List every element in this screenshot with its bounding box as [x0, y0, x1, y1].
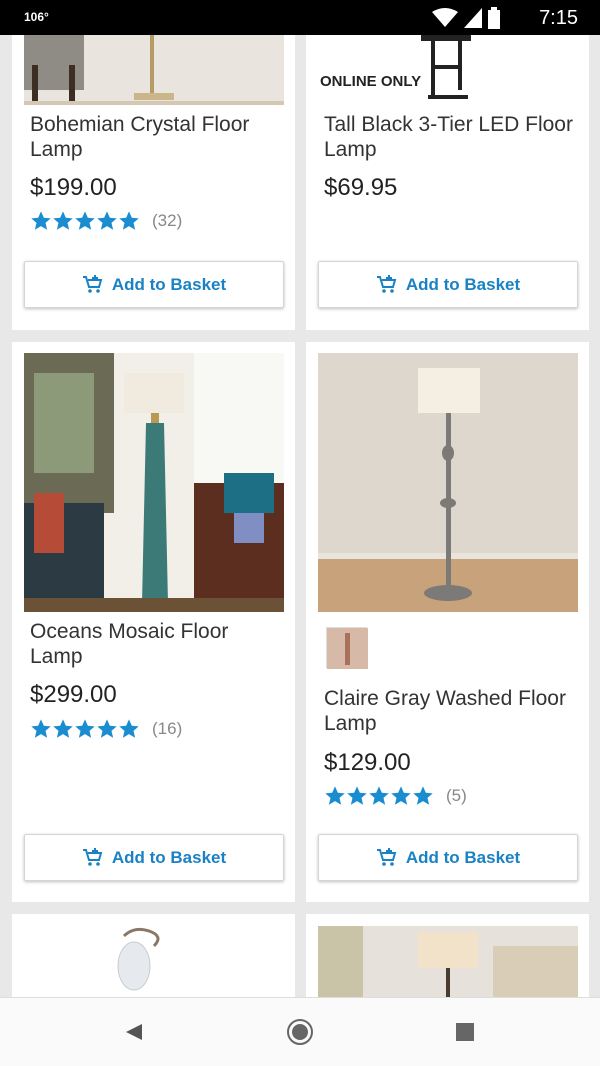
add-to-basket-label: Add to Basket: [405, 274, 521, 294]
cart-add-icon: [376, 847, 397, 866]
rating-stars: (5): [324, 785, 467, 807]
product-price: $129.00: [324, 749, 411, 776]
product-card[interactable]: ONLINE ONLY Tall Black 3-Tier LED Floor …: [306, 35, 589, 330]
star-icon: [325, 786, 345, 805]
cart-add-icon: [82, 274, 103, 293]
add-to-basket-label: Add to Basket: [111, 274, 227, 294]
star-icon: [391, 786, 411, 805]
product-grid: Bohemian Crystal Floor Lamp $199.00 (32)…: [0, 35, 600, 997]
add-to-basket-button[interactable]: Add to Basket: [24, 834, 284, 881]
product-title[interactable]: Bohemian Crystal Floor Lamp: [30, 112, 280, 162]
star-icon: [31, 211, 51, 230]
star-icon: [53, 211, 73, 230]
product-image[interactable]: [318, 353, 578, 612]
product-title[interactable]: Oceans Mosaic Floor Lamp: [30, 619, 280, 669]
home-icon[interactable]: [285, 1017, 315, 1047]
product-image[interactable]: [24, 353, 284, 612]
review-count[interactable]: (16): [152, 719, 182, 739]
rating-stars: (32): [30, 210, 182, 232]
star-icon: [75, 211, 95, 230]
product-price: $199.00: [30, 174, 117, 201]
star-icon: [347, 786, 367, 805]
wifi-icon: [432, 8, 458, 27]
product-title[interactable]: Tall Black 3-Tier LED Floor Lamp: [324, 112, 574, 162]
product-title[interactable]: Claire Gray Washed Floor Lamp: [324, 686, 574, 736]
star-icon: [31, 719, 51, 738]
add-to-basket-label: Add to Basket: [405, 847, 521, 867]
product-price: $69.95: [324, 174, 398, 201]
star-icon: [97, 719, 117, 738]
product-image[interactable]: [318, 926, 578, 997]
cart-add-icon: [82, 847, 103, 866]
online-only-badge: ONLINE ONLY: [320, 73, 422, 90]
star-icon: [75, 719, 95, 738]
signal-icon: [464, 8, 482, 28]
product-card[interactable]: Oceans Mosaic Floor Lamp $299.00 (16) Ad…: [12, 342, 295, 902]
color-swatch[interactable]: [326, 627, 368, 669]
recents-icon[interactable]: [456, 1023, 474, 1041]
star-icon: [119, 719, 139, 738]
product-card[interactable]: Claire Gray Washed Floor Lamp $129.00 (5…: [306, 342, 589, 902]
status-bar: 106° 7:15: [0, 0, 600, 35]
star-icon: [53, 719, 73, 738]
temperature-text: 106°: [24, 10, 49, 24]
star-icon: [97, 211, 117, 230]
product-image[interactable]: [24, 35, 284, 105]
review-count[interactable]: (5): [446, 786, 467, 806]
product-image[interactable]: [24, 926, 284, 997]
product-card[interactable]: [12, 914, 295, 997]
review-count[interactable]: (32): [152, 211, 182, 231]
star-icon: [413, 786, 433, 805]
product-card[interactable]: [306, 914, 589, 997]
rating-stars: (16): [30, 718, 182, 740]
star-icon: [369, 786, 389, 805]
product-card[interactable]: Bohemian Crystal Floor Lamp $199.00 (32)…: [12, 35, 295, 330]
system-nav-bar: [0, 997, 600, 1066]
add-to-basket-button[interactable]: Add to Basket: [24, 261, 284, 308]
battery-icon: [488, 7, 500, 29]
product-price: $299.00: [30, 681, 117, 708]
add-to-basket-button[interactable]: Add to Basket: [318, 261, 578, 308]
add-to-basket-label: Add to Basket: [111, 847, 227, 867]
back-icon[interactable]: [124, 1022, 144, 1042]
status-icons: [432, 7, 500, 29]
product-image[interactable]: [318, 35, 578, 105]
star-icon: [119, 211, 139, 230]
add-to-basket-button[interactable]: Add to Basket: [318, 834, 578, 881]
clock-text: 7:15: [539, 7, 578, 29]
cart-add-icon: [376, 274, 397, 293]
